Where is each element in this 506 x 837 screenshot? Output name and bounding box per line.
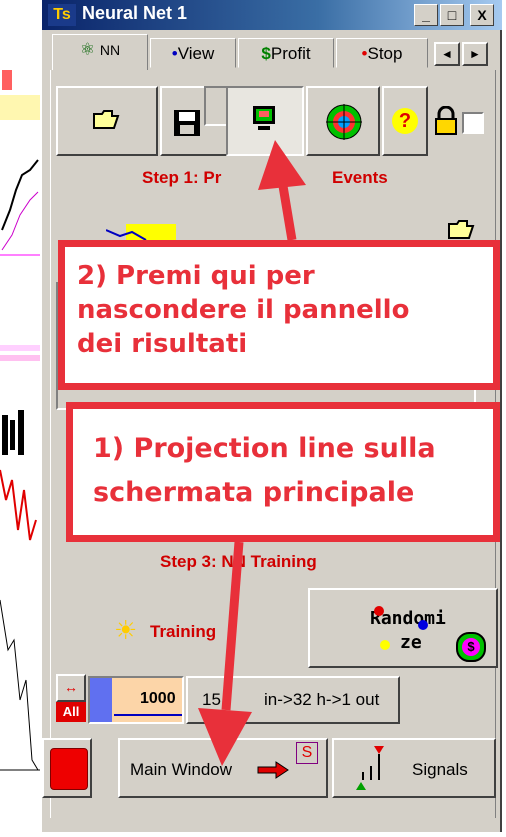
step1-label-tail: Events <box>332 168 388 187</box>
randomize-label-line2: ze <box>400 632 422 653</box>
expand-arrows-icon: ↔ <box>64 679 78 695</box>
maximize-button[interactable]: □ <box>440 4 464 26</box>
close-button[interactable]: X <box>470 4 494 26</box>
target-icon <box>326 104 362 140</box>
signals-button[interactable]: Signals <box>332 738 496 798</box>
minimize-button[interactable]: _ <box>414 4 438 26</box>
callout-bottom-line1: 1) Projection line sulla <box>93 433 436 464</box>
save-disk-icon <box>174 110 200 136</box>
callout-top-line3: dei risultati <box>77 329 248 359</box>
range-slider[interactable]: 1000 <box>88 676 184 724</box>
target-button[interactable] <box>306 86 380 156</box>
help-button[interactable]: ? <box>382 86 428 156</box>
callout-top-line2: nascondere il pannello <box>77 295 410 325</box>
s-label: S <box>296 742 318 764</box>
tab-profit-prefix: $ <box>261 44 271 63</box>
callout-bottom-line2: schermata principale <box>93 477 415 508</box>
tab-stop[interactable]: •Stop <box>336 38 428 68</box>
nn-icon: ⚛ <box>79 40 96 59</box>
step3-label: Step 3: NN Training <box>160 552 317 571</box>
randomize-button[interactable]: Randomi ze $ <box>308 588 498 668</box>
window-title: Neural Net 1 <box>82 3 188 23</box>
tab-view-label: View <box>177 44 215 63</box>
random-dot-yellow <box>380 640 390 650</box>
app-logo-icon: Ts <box>48 4 76 26</box>
status-red-indicator <box>50 748 88 790</box>
lock-checkbox[interactable] <box>462 112 484 134</box>
all-button[interactable]: All <box>56 702 86 722</box>
random-dot-blue <box>418 620 428 630</box>
tab-stop-label: Stop <box>367 44 403 63</box>
range-value: 1000 <box>140 690 176 707</box>
tab-profit-label: Profit <box>270 44 311 63</box>
monitor-icon <box>253 106 275 130</box>
background-chart-strip <box>0 0 40 832</box>
help-icon: ? <box>392 108 418 134</box>
step1-label: Step 1: Pr <box>142 168 222 187</box>
dollar-coin-icon: $ <box>456 632 486 662</box>
status-button[interactable] <box>42 738 92 798</box>
tab-scroll-left-button[interactable]: ◄ <box>434 42 460 66</box>
callout-hide-results: 2) Premi qui per nascondere il pannello … <box>58 240 500 390</box>
range-slider-fill <box>90 678 112 722</box>
training-label: Training <box>150 622 217 641</box>
architecture-prefix: 15 <box>202 690 221 709</box>
network-architecture-button[interactable]: 15 in->32 h->1 out <box>186 676 400 724</box>
sun-icon: ☀ <box>114 615 138 645</box>
tab-profit[interactable]: $Profit <box>238 38 334 68</box>
signals-icon <box>356 746 384 790</box>
hide-results-panel-button[interactable] <box>226 86 304 156</box>
red-arrow-icon <box>257 761 289 779</box>
callout-projection-line: 1) Projection line sulla schermata princ… <box>66 402 500 542</box>
tab-view[interactable]: •View <box>150 38 236 68</box>
tab-nn-label: NN <box>99 42 121 58</box>
title-bar[interactable]: Ts Neural Net 1 _ □ X <box>42 0 502 30</box>
lock-icon[interactable] <box>432 105 460 141</box>
tab-nn[interactable]: ⚛ NN <box>52 34 148 70</box>
open-folder-icon <box>93 110 120 129</box>
open-file-button[interactable] <box>56 86 158 156</box>
random-dot-red <box>374 606 384 616</box>
expand-range-button[interactable]: ↔ <box>56 674 86 702</box>
signals-label: Signals <box>412 760 468 779</box>
main-window-button[interactable]: Main Window S <box>118 738 328 798</box>
callout-top-line1: 2) Premi qui per <box>77 261 315 291</box>
background-chart-icon <box>0 40 40 771</box>
range-arrow-line <box>114 714 182 716</box>
architecture-suffix: in->32 h->1 out <box>264 690 380 709</box>
main-window-label: Main Window <box>130 760 233 779</box>
tab-scroll-right-button[interactable]: ► <box>462 42 488 66</box>
